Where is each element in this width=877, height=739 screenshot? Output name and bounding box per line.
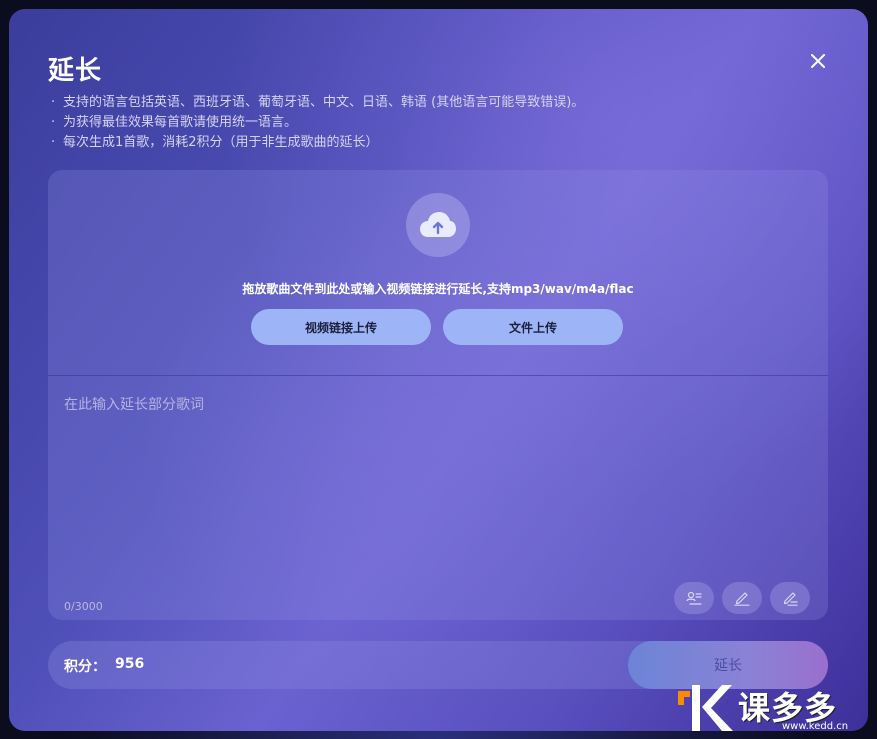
credits-value: 956	[115, 656, 145, 672]
lyrics-format-icon	[686, 591, 702, 605]
upload-card: 拖放歌曲文件到此处或输入视频链接进行延长,支持mp3/wav/m4a/flac …	[48, 170, 828, 620]
lyrics-format-button[interactable]	[674, 582, 714, 614]
character-counter: 0/3000	[64, 600, 103, 613]
notes-list: · 支持的语言包括英语、西班牙语、葡萄牙语、中文、日语、韩语 (其他语言可能导致错…	[51, 93, 584, 153]
note-item: · 支持的语言包括英语、西班牙语、葡萄牙语、中文、日语、韩语 (其他语言可能导致错…	[51, 95, 585, 110]
edit-lyrics-button[interactable]	[770, 582, 810, 614]
note-item: · 每次生成1首歌，消耗2积分（用于非生成歌曲的延长）	[51, 135, 379, 150]
file-upload-button[interactable]: 文件上传	[443, 309, 623, 345]
dialog-title: 延长	[48, 56, 103, 86]
write-lyrics-button[interactable]	[722, 582, 762, 614]
cloud-upload-icon	[420, 212, 456, 237]
close-icon	[811, 54, 825, 68]
video-link-upload-button[interactable]: 视频链接上传	[251, 309, 431, 345]
credits-label: 积分：	[64, 659, 106, 675]
upload-dropzone-icon[interactable]	[406, 193, 470, 257]
note-text: 每次生成1首歌，消耗2积分（用于非生成歌曲的延长）	[63, 135, 379, 150]
note-text: 为获得最佳效果每首歌请使用统一语言。	[63, 115, 298, 130]
lyrics-input[interactable]	[64, 394, 804, 574]
divider	[48, 375, 828, 376]
close-button[interactable]	[805, 48, 831, 74]
note-text: 支持的语言包括英语、西班牙语、葡萄牙语、中文、日语、韩语 (其他语言可能导致错误…	[63, 95, 585, 110]
note-item: · 为获得最佳效果每首歌请使用统一语言。	[51, 115, 298, 130]
upload-hint: 拖放歌曲文件到此处或输入视频链接进行延长,支持mp3/wav/m4a/flac	[242, 282, 634, 296]
pen-icon	[734, 592, 750, 606]
pen-edit-icon	[783, 592, 798, 606]
watermark-logo: 课多多 www.kedd.cn	[676, 681, 876, 737]
logo-k-icon	[678, 685, 733, 731]
watermark-url: www.kedd.cn	[782, 721, 849, 732]
extend-dialog: 延长 · 支持的语言包括英语、西班牙语、葡萄牙语、中文、日语、韩语 (其他语言可能…	[9, 9, 868, 731]
